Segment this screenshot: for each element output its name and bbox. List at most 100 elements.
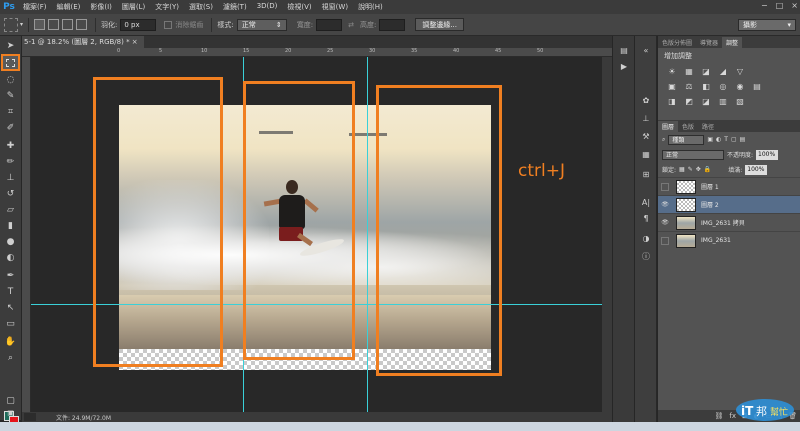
horizontal-ruler[interactable]: 0 5 10 15 20 25 30 35 40 45 50	[22, 48, 612, 57]
eyedropper-tool-icon[interactable]: ✐	[3, 121, 18, 134]
close-icon[interactable]: ×	[791, 1, 798, 10]
shape-tool-icon[interactable]: ▭	[3, 317, 18, 330]
menu-item-5[interactable]: 選取(S)	[184, 2, 218, 12]
collapse-icon[interactable]: «	[639, 44, 653, 56]
link-icon[interactable]: ⛓	[714, 412, 723, 420]
feather-input[interactable]: 0 px	[120, 18, 157, 31]
doc-size[interactable]: 文件: 24.9M/72.0M	[56, 413, 111, 422]
adjustment-icon[interactable]: ▽	[734, 66, 746, 77]
vertical-guide[interactable]	[367, 57, 368, 412]
eraser-tool-icon[interactable]: ▱	[3, 203, 18, 216]
info-icon[interactable]: ▦	[639, 148, 653, 160]
lock-pixels-icon[interactable]: ✎	[688, 166, 693, 173]
menu-item-3[interactable]: 圖層(L)	[117, 2, 150, 12]
maximize-icon[interactable]: □	[776, 1, 784, 10]
type-tool-icon[interactable]: T	[3, 285, 18, 298]
filter-pixel-icon[interactable]: ▣	[707, 136, 713, 143]
workspace-select[interactable]: 攝影 ▾	[738, 18, 796, 31]
tab-channels[interactable]: 色版	[678, 121, 698, 132]
adjustment-icon[interactable]: ▤	[751, 81, 763, 92]
menu-item-7[interactable]: 3D(D)	[252, 2, 283, 12]
hand-tool-icon[interactable]: ✋	[3, 335, 18, 348]
zoom-indicator[interactable]	[24, 413, 36, 421]
adjustment-icon[interactable]: ▦	[683, 66, 695, 77]
menu-item-2[interactable]: 影像(I)	[85, 2, 117, 12]
gradient-tool-icon[interactable]: ▮	[3, 219, 18, 232]
properties-icon[interactable]: ⊞	[639, 168, 653, 180]
style-select[interactable]: 正常 ⇕	[236, 18, 287, 31]
rect-marquee-tool-icon[interactable]	[1, 54, 20, 71]
layer-row[interactable]: IMG_2631	[658, 231, 800, 249]
tab-navigator[interactable]: 導覽器	[696, 37, 722, 48]
tab-adjustments[interactable]: 調整	[722, 37, 743, 48]
menu-item-9[interactable]: 視窗(W)	[317, 2, 353, 12]
visibility-eye-icon[interactable]: 👁	[658, 219, 672, 226]
adjustment-icon[interactable]: ▥	[717, 96, 729, 107]
lock-position-icon[interactable]: ✥	[696, 166, 701, 173]
antialias-checkbox[interactable]	[164, 20, 173, 29]
menu-item-4[interactable]: 文字(Y)	[150, 2, 184, 12]
history-icon[interactable]: ▤	[617, 44, 631, 56]
blend-mode-select[interactable]: 正常	[662, 149, 724, 160]
menu-item-6[interactable]: 濾鏡(T)	[218, 2, 252, 12]
adjustment-icon[interactable]: ◪	[700, 66, 712, 77]
tab-histogram[interactable]: 色版分佈圖	[658, 37, 696, 48]
move-tool-icon[interactable]: ➤	[3, 39, 18, 52]
info-circle-icon[interactable]: ⓘ	[639, 250, 653, 262]
clone-source-icon[interactable]: ⊥	[639, 112, 653, 124]
swap-icon[interactable]: ⇄	[348, 21, 354, 29]
visibility-eye-icon[interactable]	[661, 182, 669, 191]
healing-brush-tool-icon[interactable]: ✚	[3, 139, 18, 152]
character-icon[interactable]: A|	[639, 196, 653, 208]
height-input[interactable]	[379, 18, 406, 31]
width-input[interactable]	[316, 18, 343, 31]
adjustment-icon[interactable]: ▧	[734, 96, 746, 107]
layer-row[interactable]: 圖層 1	[658, 177, 800, 195]
clone-stamp-tool-icon[interactable]: ⊥	[3, 171, 18, 184]
menu-item-1[interactable]: 編輯(E)	[52, 2, 86, 12]
layer-row[interactable]: 👁 圖層 2	[658, 195, 800, 213]
new-selection-mode-button[interactable]	[34, 19, 46, 30]
minimize-icon[interactable]: −	[761, 1, 768, 10]
canvas-area[interactable]: ctrl+J	[31, 57, 612, 412]
adjustment-icon[interactable]: ⚖	[683, 81, 695, 92]
paragraph-icon[interactable]: ¶	[639, 212, 653, 224]
adjustment-icon[interactable]: ◪	[700, 96, 712, 107]
adjustment-icon[interactable]: ☀	[666, 66, 678, 77]
tab-layers[interactable]: 圖層	[658, 121, 679, 132]
fill-input[interactable]: 100%	[745, 164, 768, 175]
filter-shape-icon[interactable]: ▢	[731, 136, 737, 143]
filter-type-icon[interactable]: T	[724, 136, 728, 143]
tab-paths[interactable]: 路徑	[698, 121, 718, 132]
document-tab[interactable]: 5-1 @ 18.2% (圖層 2, RGB/8) * ×	[22, 36, 144, 48]
subtract-selection-mode-button[interactable]	[62, 19, 74, 30]
lasso-tool-icon[interactable]: ◌	[3, 73, 18, 86]
tool-presets-icon[interactable]: ⚒	[639, 130, 653, 142]
brush-tool-icon[interactable]: ✏	[3, 155, 18, 168]
add-selection-mode-button[interactable]	[48, 19, 60, 30]
brush-presets-icon[interactable]: ✿	[639, 94, 653, 106]
chevron-down-icon[interactable]: ▾	[20, 21, 23, 28]
adjustment-icon[interactable]: ◧	[700, 81, 712, 92]
adjustment-icon[interactable]: ◢	[717, 66, 729, 77]
blur-tool-icon[interactable]: ●	[3, 235, 18, 248]
menu-item-8[interactable]: 檢視(V)	[282, 2, 316, 12]
adjustment-icon[interactable]: ◉	[734, 81, 746, 92]
rect-marquee-preset-icon[interactable]	[4, 17, 18, 32]
adjustment-icon[interactable]: ◎	[717, 81, 729, 92]
opacity-input[interactable]: 100%	[756, 149, 779, 160]
vertical-ruler[interactable]	[22, 57, 31, 412]
adjustment-icon[interactable]: ◩	[683, 96, 695, 107]
adjustment-icon[interactable]: ▣	[666, 81, 678, 92]
menu-item-10[interactable]: 說明(H)	[353, 2, 388, 12]
history-brush-tool-icon[interactable]: ↺	[3, 187, 18, 200]
quick-select-tool-icon[interactable]: ✎	[3, 89, 18, 102]
filter-smart-icon[interactable]: ▤	[740, 136, 746, 143]
vertical-scrollbar[interactable]	[602, 57, 612, 412]
color-icon[interactable]: ◑	[639, 232, 653, 244]
visibility-eye-icon[interactable]: 👁	[658, 201, 672, 208]
path-select-tool-icon[interactable]: ↖	[3, 301, 18, 314]
visibility-eye-icon[interactable]	[661, 236, 669, 245]
screen-mode-icon[interactable]: ▣	[3, 406, 18, 419]
intersect-selection-mode-button[interactable]	[76, 19, 88, 30]
